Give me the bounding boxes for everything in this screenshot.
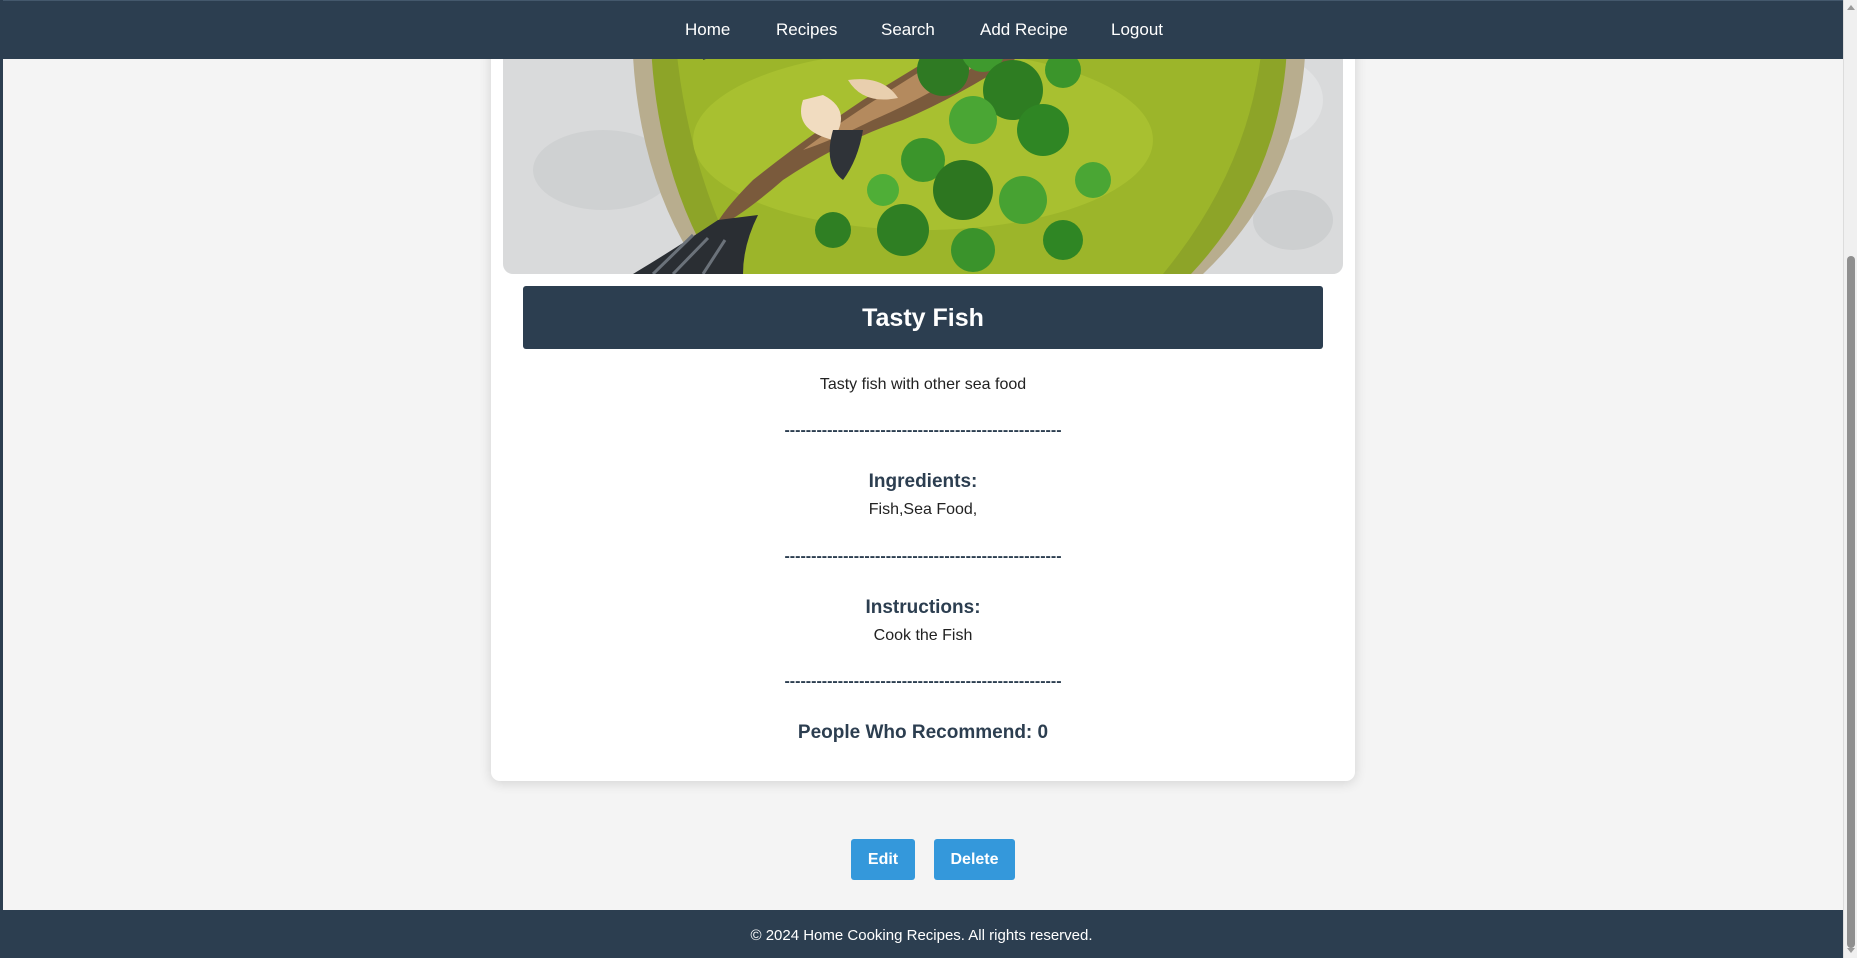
section-divider-2: ----------------------------------------… bbox=[784, 548, 1062, 565]
page: Home Recipes Search Add Recipe Logout Ta… bbox=[0, 0, 1857, 958]
nav-add-recipe-link[interactable]: Add Recipe bbox=[980, 20, 1068, 40]
recipe-description: Tasty fish with other sea food bbox=[819, 376, 1027, 393]
scroll-up-arrow-icon[interactable] bbox=[1847, 5, 1855, 10]
delete-button[interactable]: Delete bbox=[934, 839, 1015, 880]
instructions-heading: Instructions: bbox=[865, 597, 981, 618]
footer-copyright: © 2024 Home Cooking Recipes. All rights … bbox=[750, 927, 1093, 944]
nav-logout-link[interactable]: Logout bbox=[1111, 20, 1163, 40]
nav-recipes-link[interactable]: Recipes bbox=[776, 20, 837, 40]
recipe-title-bar: Tasty Fish bbox=[523, 286, 1323, 349]
nav-home-link[interactable]: Home bbox=[685, 20, 730, 40]
section-divider-3: ----------------------------------------… bbox=[784, 673, 1062, 690]
vertical-scrollbar[interactable] bbox=[1843, 0, 1857, 958]
recipe-title: Tasty Fish bbox=[862, 304, 984, 332]
scroll-down-arrow-icon[interactable] bbox=[1847, 948, 1855, 953]
nav-search-link[interactable]: Search bbox=[881, 20, 935, 40]
ingredients-text: Fish,Sea Food, bbox=[868, 501, 978, 518]
edit-button[interactable]: Edit bbox=[851, 839, 915, 880]
window-edge bbox=[0, 0, 3, 958]
top-navbar: Home Recipes Search Add Recipe Logout bbox=[0, 0, 1843, 59]
ingredients-heading: Ingredients: bbox=[868, 471, 978, 492]
scrollbar-thumb[interactable] bbox=[1847, 256, 1855, 948]
footer: © 2024 Home Cooking Recipes. All rights … bbox=[0, 910, 1843, 958]
section-divider-1: ----------------------------------------… bbox=[784, 422, 1062, 439]
recommend-count: People Who Recommend: 0 bbox=[797, 722, 1049, 743]
instructions-text: Cook the Fish bbox=[873, 627, 973, 644]
